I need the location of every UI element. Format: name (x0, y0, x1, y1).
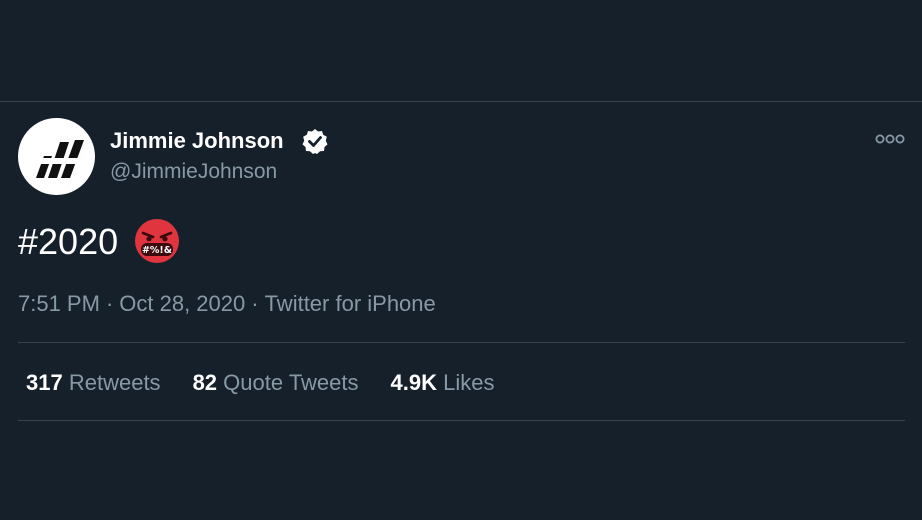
author-handle[interactable]: @JimmieJohnson (110, 158, 277, 186)
tweet-source[interactable]: Twitter for iPhone (265, 291, 436, 316)
header-divider (0, 101, 922, 102)
quote-tweets-label: Quote Tweets (223, 370, 359, 395)
author-display-name[interactable]: Jimmie Johnson (110, 127, 284, 155)
quote-tweets-stat[interactable]: 82 Quote Tweets (193, 369, 359, 397)
more-options-icon[interactable] (874, 129, 906, 149)
engagement-stats: 317 Retweets 82 Quote Tweets 4.9K Likes (26, 369, 494, 397)
jj-logo-icon (36, 140, 84, 178)
tweet-detail-view: Jimmie Johnson @JimmieJohnson #2020 #%!&… (0, 0, 922, 520)
likes-label: Likes (443, 370, 495, 395)
retweets-label: Retweets (68, 370, 161, 395)
emoji-symbols: #%!& (142, 245, 172, 256)
face-with-symbols-on-mouth-icon: #%!& (135, 219, 179, 263)
separator: · (251, 291, 259, 316)
retweets-stat[interactable]: 317 Retweets (26, 369, 161, 397)
separator: · (105, 291, 114, 316)
likes-stat[interactable]: 4.9K Likes (391, 369, 495, 397)
tweet-time[interactable]: 7:51 PM (18, 291, 100, 316)
quote-tweets-count: 82 (192, 370, 218, 395)
tweet-metadata: 7:51 PM · Oct 28, 2020 · Twitter for iPhone (18, 290, 436, 318)
avatar[interactable] (18, 118, 95, 195)
stats-bottom-divider (18, 420, 905, 421)
tweet-date[interactable]: Oct 28, 2020 (119, 291, 245, 316)
retweets-count: 317 (26, 370, 63, 395)
likes-count: 4.9K (390, 370, 437, 395)
tweet-text[interactable]: #2020 (18, 220, 118, 264)
verified-badge-icon (302, 129, 328, 154)
stats-top-divider (18, 342, 905, 343)
